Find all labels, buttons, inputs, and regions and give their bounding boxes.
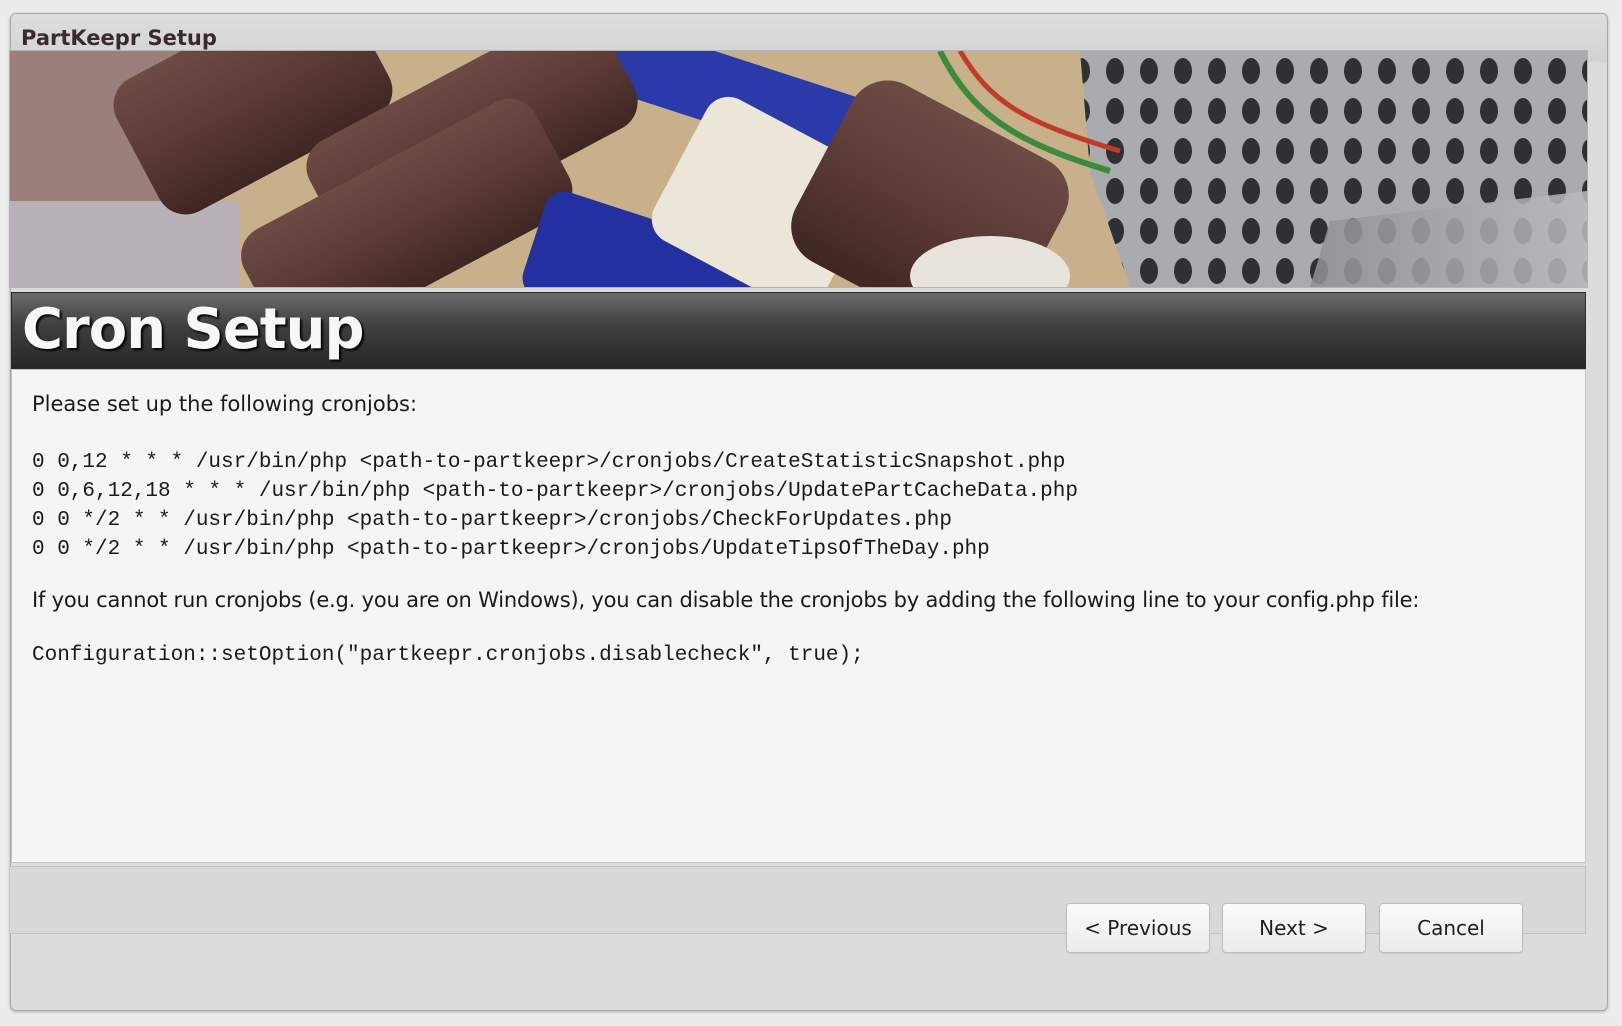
cronjob-line: 0 0,12 * * * /usr/bin/php <path-to-partk… xyxy=(32,451,1066,474)
intro-text: Please set up the following cronjobs: xyxy=(32,392,418,416)
next-button[interactable]: Next > xyxy=(1222,903,1366,953)
cronjob-line: 0 0 */2 * * /usr/bin/php <path-to-partke… xyxy=(32,509,952,532)
page-title: Cron Setup xyxy=(22,297,365,362)
cronjob-list: 0 0,12 * * * /usr/bin/php <path-to-partk… xyxy=(32,448,1078,564)
cronjob-line: 0 0 */2 * * /usr/bin/php <path-to-partke… xyxy=(32,538,990,561)
previous-button[interactable]: < Previous xyxy=(1066,903,1210,953)
windows-note-text: If you cannot run cronjobs (e.g. you are… xyxy=(32,588,1420,612)
capacitors-photo-icon xyxy=(10,51,1587,287)
window-title: PartKeepr Setup xyxy=(21,26,217,50)
header-banner-image xyxy=(9,50,1588,288)
cancel-button[interactable]: Cancel xyxy=(1379,903,1523,953)
cronjob-line: 0 0,6,12,18 * * * /usr/bin/php <path-to-… xyxy=(32,480,1078,503)
page-header-bar: Cron Setup xyxy=(11,292,1586,369)
config-code-line: Configuration::setOption("partkeepr.cron… xyxy=(32,644,864,667)
content-panel: Please set up the following cronjobs: 0 … xyxy=(11,369,1586,863)
